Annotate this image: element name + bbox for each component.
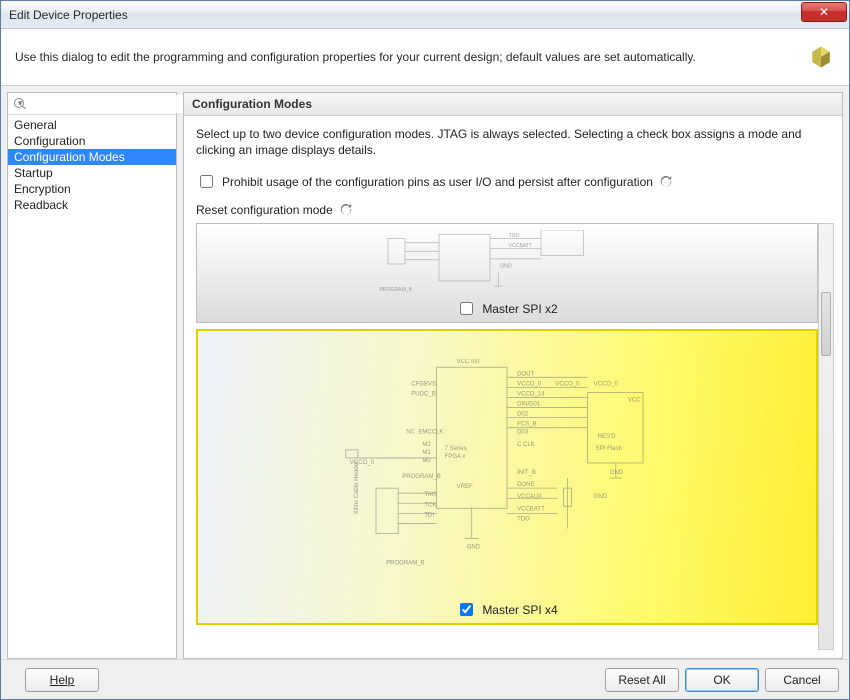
schematic-image: GND PROGRAM_B TDO VCCBATT	[203, 230, 811, 298]
svg-text:GND: GND	[500, 264, 512, 270]
svg-text:FCS_B: FCS_B	[517, 422, 536, 428]
svg-text:GND: GND	[594, 495, 608, 501]
svg-text:INIT_B: INIT_B	[517, 470, 536, 476]
mode-caption: Master SPI x4	[198, 600, 816, 619]
svg-text:DOUT: DOUT	[517, 372, 534, 378]
refresh-icon[interactable]	[339, 203, 353, 217]
mode-card-master-spi-x4[interactable]: VCC INT DOUT CFGBVS VCCO_0 VCCO_0 VCCO_0 P…	[196, 329, 818, 625]
prohibit-row: Prohibit usage of the configuration pins…	[184, 164, 842, 203]
svg-text:VCCO_0: VCCO_0	[594, 382, 619, 388]
reset-all-button[interactable]: Reset All	[605, 668, 679, 692]
svg-text:SPI Flash: SPI Flash	[596, 446, 622, 452]
main-panel: Configuration Modes Select up to two dev…	[183, 92, 843, 659]
mode-list: GND PROGRAM_B TDO VCCBATT Master SPI x2	[196, 223, 834, 650]
panel-title: Configuration Modes	[184, 93, 842, 116]
schematic-image: VCC INT DOUT CFGBVS VCCO_0 VCCO_0 VCCO_0 P…	[204, 337, 810, 599]
svg-text:VCCO_0: VCCO_0	[517, 382, 542, 388]
dialog-body: ▾ General Configuration Configuration Mo…	[1, 86, 849, 659]
svg-text:VCCBATT: VCCBATT	[509, 243, 532, 249]
panel-description: Select up to two device configuration mo…	[184, 116, 842, 164]
reset-mode-label: Reset configuration mode	[196, 203, 333, 217]
dialog-footer: Help Reset All OK Cancel	[1, 659, 849, 699]
sidebar-item-readback[interactable]: Readback	[8, 197, 176, 213]
sidebar-nav: General Configuration Configuration Mode…	[8, 115, 176, 215]
svg-text:PUDC_B: PUDC_B	[411, 392, 435, 398]
sidebar-item-configuration-modes[interactable]: Configuration Modes	[8, 149, 176, 165]
svg-text:FPGA x: FPGA x	[445, 454, 466, 460]
mode-scroll-viewport: GND PROGRAM_B TDO VCCBATT Master SPI x2	[196, 223, 818, 650]
svg-text:7 Series: 7 Series	[445, 446, 467, 452]
svg-text:TCK: TCK	[424, 503, 436, 509]
window-title: Edit Device Properties	[9, 8, 801, 22]
scrollbar-thumb[interactable]	[821, 292, 831, 356]
sidebar: ▾ General Configuration Configuration Mo…	[7, 92, 177, 659]
prohibit-checkbox[interactable]	[200, 175, 213, 188]
close-button[interactable]: ✕	[801, 2, 847, 22]
svg-text:VCC INT: VCC INT	[457, 360, 481, 366]
svg-text:D02: D02	[517, 412, 529, 418]
sidebar-item-encryption[interactable]: Encryption	[8, 181, 176, 197]
svg-text:PROGRAM_B: PROGRAM_B	[386, 561, 425, 567]
sidebar-search[interactable]: ▾	[8, 93, 176, 115]
svg-text:DONE: DONE	[517, 483, 534, 489]
svg-text:TDI: TDI	[424, 513, 434, 519]
svg-text:VCC: VCC	[628, 398, 641, 404]
svg-text:CFGBVS: CFGBVS	[411, 382, 436, 388]
svg-text:VCCBATT: VCCBATT	[517, 507, 545, 513]
svg-text:EMCCLK: EMCCLK	[418, 430, 443, 436]
svg-text:M0: M0	[422, 458, 431, 464]
refresh-icon[interactable]	[659, 175, 673, 189]
svg-text:VCCO_0: VCCO_0	[555, 382, 580, 388]
scrollbar[interactable]	[818, 223, 834, 650]
info-bar: Use this dialog to edit the programming …	[1, 29, 849, 86]
svg-text:D03: D03	[517, 430, 529, 436]
svg-text:NC: NC	[406, 430, 415, 436]
svg-text:C CLK: C CLK	[517, 442, 535, 448]
info-text: Use this dialog to edit the programming …	[15, 50, 807, 64]
svg-text:PROGRAM_B: PROGRAM_B	[402, 474, 441, 480]
svg-text:PROGRAM_B: PROGRAM_B	[380, 288, 413, 294]
reset-mode-row: Reset configuration mode	[184, 203, 842, 221]
svg-text:M1: M1	[422, 450, 431, 456]
mode-label: Master SPI x4	[482, 603, 557, 617]
svg-text:VCCAUX: VCCAUX	[517, 495, 542, 501]
svg-text:DIN/D01: DIN/D01	[517, 402, 541, 408]
cancel-button[interactable]: Cancel	[765, 668, 839, 692]
titlebar[interactable]: Edit Device Properties ✕	[1, 1, 849, 29]
dialog-window: Edit Device Properties ✕ Use this dialog…	[0, 0, 850, 700]
sidebar-item-general[interactable]: General	[8, 117, 176, 133]
svg-text:VREF: VREF	[457, 485, 473, 491]
mode-label: Master SPI x2	[482, 302, 557, 316]
mode-caption: Master SPI x2	[197, 299, 817, 318]
ok-button[interactable]: OK	[685, 668, 759, 692]
svg-text:GND: GND	[467, 545, 481, 551]
svg-text:TDO: TDO	[517, 517, 530, 523]
mode-checkbox-master-spi-x2[interactable]	[460, 302, 473, 315]
mode-card-master-spi-x2[interactable]: GND PROGRAM_B TDO VCCBATT Master SPI x2	[196, 223, 818, 323]
svg-text:Xilinx Cable Header: Xilinx Cable Header	[354, 461, 360, 514]
svg-text:VCCO_14: VCCO_14	[517, 392, 545, 398]
help-button[interactable]: Help	[25, 668, 99, 692]
prohibit-label: Prohibit usage of the configuration pins…	[222, 175, 653, 189]
svg-text:RES'D: RES'D	[598, 434, 617, 440]
svg-text:TMS: TMS	[424, 493, 437, 499]
search-input[interactable]	[27, 95, 186, 113]
mode-checkbox-master-spi-x4[interactable]	[460, 603, 473, 616]
svg-text:GND: GND	[610, 470, 624, 476]
sidebar-item-startup[interactable]: Startup	[8, 165, 176, 181]
svg-text:TDO: TDO	[509, 233, 520, 239]
app-logo-icon	[807, 43, 835, 71]
sidebar-item-configuration[interactable]: Configuration	[8, 133, 176, 149]
svg-text:M2: M2	[422, 442, 431, 448]
